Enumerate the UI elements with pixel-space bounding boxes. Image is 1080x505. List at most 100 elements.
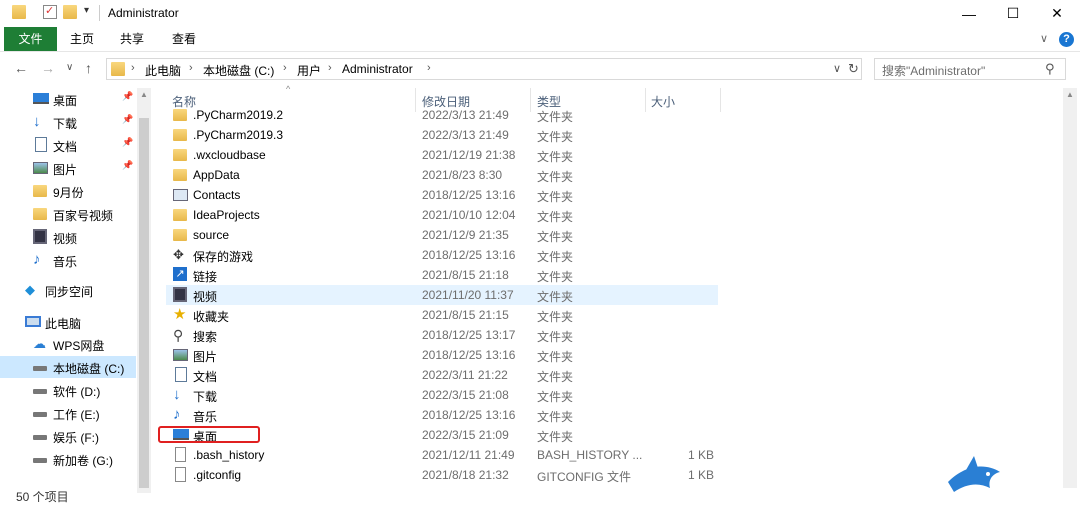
- file-name: 链接: [193, 270, 218, 284]
- file-row[interactable]: .bash_history 2021/12/11 21:49 BASH_HISTOR…: [166, 445, 718, 465]
- file-type: 文件夹: [537, 210, 574, 224]
- sidebar-item[interactable]: 娱乐 (F:): [0, 425, 136, 447]
- file-row[interactable]: ✥ 保存的游戏 2018/12/25 13:16 文件夹: [166, 245, 718, 265]
- file-name: 音乐: [193, 410, 218, 424]
- sidebar-item[interactable]: 图片 📌: [0, 157, 136, 179]
- file-row[interactable]: .wxcloudbase 2021/12/19 21:38 文件夹: [166, 145, 718, 165]
- breadcrumb-drive-c[interactable]: 本地磁盘 (C:): [203, 62, 274, 79]
- close-button[interactable]: ✕: [1034, 0, 1080, 27]
- help-icon[interactable]: ?: [1059, 32, 1074, 47]
- sidebar-item[interactable]: 新加卷 (G:): [0, 448, 136, 470]
- video-icon: [33, 229, 49, 245]
- file-type: 文件夹: [537, 350, 574, 364]
- file-type: 文件夹: [537, 370, 574, 384]
- tab-share[interactable]: 共享: [110, 27, 154, 51]
- sidebar-item-label: 软件 (D:): [53, 385, 101, 399]
- file-name: 图片: [193, 350, 218, 364]
- sidebar-item[interactable]: 工作 (E:): [0, 402, 136, 424]
- back-icon[interactable]: ←: [14, 60, 28, 76]
- tab-home[interactable]: 主页: [62, 27, 102, 51]
- properties-icon[interactable]: ✓: [43, 5, 57, 19]
- contacts-icon: [173, 187, 189, 203]
- file-date: 2018/12/25 13:16: [422, 188, 516, 202]
- file-row[interactable]: .PyCharm2019.3 2022/3/13 21:49 文件夹: [166, 125, 718, 145]
- file-row[interactable]: 视频 2021/11/20 11:37 文件夹: [166, 285, 718, 305]
- sidebar-item-label: 工作 (E:): [53, 408, 100, 422]
- address-bar[interactable]: › 此电脑 › 本地磁盘 (C:) › 用户 › Administrator ›…: [106, 58, 862, 80]
- sidebar-item[interactable]: ♪ 音乐: [0, 249, 136, 271]
- file-row[interactable]: ★ 收藏夹 2021/8/15 21:15 文件夹: [166, 305, 718, 325]
- file-row[interactable]: AppData 2021/8/23 8:30 文件夹: [166, 165, 718, 185]
- sidebar-item[interactable]: ◆ 同步空间: [0, 279, 128, 301]
- file-row[interactable]: 文档 2022/3/11 21:22 文件夹: [166, 365, 718, 385]
- file-type: BASH_HISTORY ...: [537, 448, 643, 462]
- file-name: 文档: [193, 370, 218, 384]
- sidebar-item[interactable]: 文档 📌: [0, 134, 136, 156]
- breadcrumb-this-pc[interactable]: 此电脑: [145, 62, 181, 79]
- sidebar-item-label: 此电脑: [45, 317, 82, 331]
- file-name: 视频: [193, 290, 218, 304]
- recent-locations-icon[interactable]: ∨: [66, 62, 73, 73]
- maximize-button[interactable]: ☐: [990, 0, 1036, 27]
- tab-file[interactable]: 文件: [4, 27, 57, 51]
- picture-icon: [173, 347, 189, 363]
- new-folder-icon[interactable]: [63, 5, 77, 19]
- file-date: 2018/12/25 13:16: [422, 408, 516, 422]
- file-list-scrollbar[interactable]: ▲: [1063, 88, 1077, 488]
- file-date: 2021/12/9 21:35: [422, 228, 509, 242]
- file-name: IdeaProjects: [193, 208, 260, 222]
- tab-view[interactable]: 查看: [162, 27, 206, 51]
- sidebar-item[interactable]: 视频: [0, 226, 136, 248]
- file-type: 文件夹: [537, 410, 574, 424]
- file-row[interactable]: source 2021/12/9 21:35 文件夹: [166, 225, 718, 245]
- file-name: source: [193, 228, 230, 242]
- file-row[interactable]: 图片 2018/12/25 13:16 文件夹: [166, 345, 718, 365]
- expand-ribbon-icon[interactable]: ∨: [1040, 32, 1048, 45]
- up-icon[interactable]: ↑: [85, 60, 92, 76]
- file-type: 文件夹: [537, 110, 574, 124]
- sidebar-item[interactable]: 软件 (D:): [0, 379, 136, 401]
- address-dropdown-icon[interactable]: ∨: [833, 62, 841, 75]
- nav-scrollbar[interactable]: ▲: [137, 88, 151, 493]
- file-row[interactable]: Contacts 2018/12/25 13:16 文件夹: [166, 185, 718, 205]
- sidebar-item-label: 视频: [53, 232, 78, 246]
- file-row[interactable]: ↗ 链接 2021/8/15 21:18 文件夹: [166, 265, 718, 285]
- file-type: GITCONFIG 文件: [537, 470, 631, 484]
- sidebar-item[interactable]: 本地磁盘 (C:): [0, 356, 136, 378]
- refresh-icon[interactable]: ↻: [848, 61, 859, 77]
- folder-icon: [111, 62, 125, 76]
- sidebar-item[interactable]: 百家号视频: [0, 203, 136, 225]
- minimize-button[interactable]: —: [946, 0, 992, 27]
- file-row[interactable]: ↓ 下载 2022/3/15 21:08 文件夹: [166, 385, 718, 405]
- file-date: 2021/12/11 21:49: [422, 448, 515, 462]
- file-type: 文件夹: [537, 330, 574, 344]
- sidebar-item-label: 文档: [53, 140, 78, 154]
- file-name: AppData: [193, 168, 240, 182]
- breadcrumb-users[interactable]: 用户: [297, 62, 321, 79]
- file-name: .PyCharm2019.2: [193, 108, 284, 122]
- file-name: 下载: [193, 390, 218, 404]
- file-row[interactable]: .gitconfig 2021/8/18 21:32 GITCONFIG 文件 1 K…: [166, 465, 718, 485]
- sidebar-item[interactable]: 9月份: [0, 180, 136, 202]
- breadcrumb-administrator[interactable]: Administrator: [342, 62, 413, 76]
- file-size: 1 KB: [687, 448, 714, 462]
- search-icon[interactable]: ⚲: [1045, 61, 1055, 77]
- file-row[interactable]: .PyCharm2019.2 2022/3/13 21:49 文件夹: [166, 105, 718, 125]
- sidebar-item[interactable]: ☁ WPS网盘: [0, 333, 136, 355]
- cloud-icon: ☁: [33, 336, 46, 351]
- sidebar-item[interactable]: 此电脑: [0, 311, 128, 333]
- folder-icon: [173, 207, 189, 223]
- sidebar-item[interactable]: ↓ 下载 📌: [0, 111, 136, 133]
- file-date: 2022/3/15 21:08: [422, 388, 509, 402]
- search-input[interactable]: 搜索"Administrator" ⚲: [874, 58, 1066, 80]
- customize-toolbar-icon[interactable]: ▾: [84, 5, 98, 19]
- sidebar-item[interactable]: 桌面 📌: [0, 88, 136, 110]
- file-row[interactable]: ⚲ 搜索 2018/12/25 13:17 文件夹: [166, 325, 718, 345]
- ribbon: 文件 主页 共享 查看 ∨ ?: [0, 27, 1080, 52]
- file-row[interactable]: ♪ 音乐 2018/12/25 13:16 文件夹: [166, 405, 718, 425]
- file-type: 文件夹: [537, 170, 574, 184]
- sidebar-item-label: 9月份: [53, 186, 84, 200]
- file-row[interactable]: IdeaProjects 2021/10/10 12:04 文件夹: [166, 205, 718, 225]
- forward-icon[interactable]: →: [41, 60, 55, 76]
- file-type: 文件夹: [537, 130, 574, 144]
